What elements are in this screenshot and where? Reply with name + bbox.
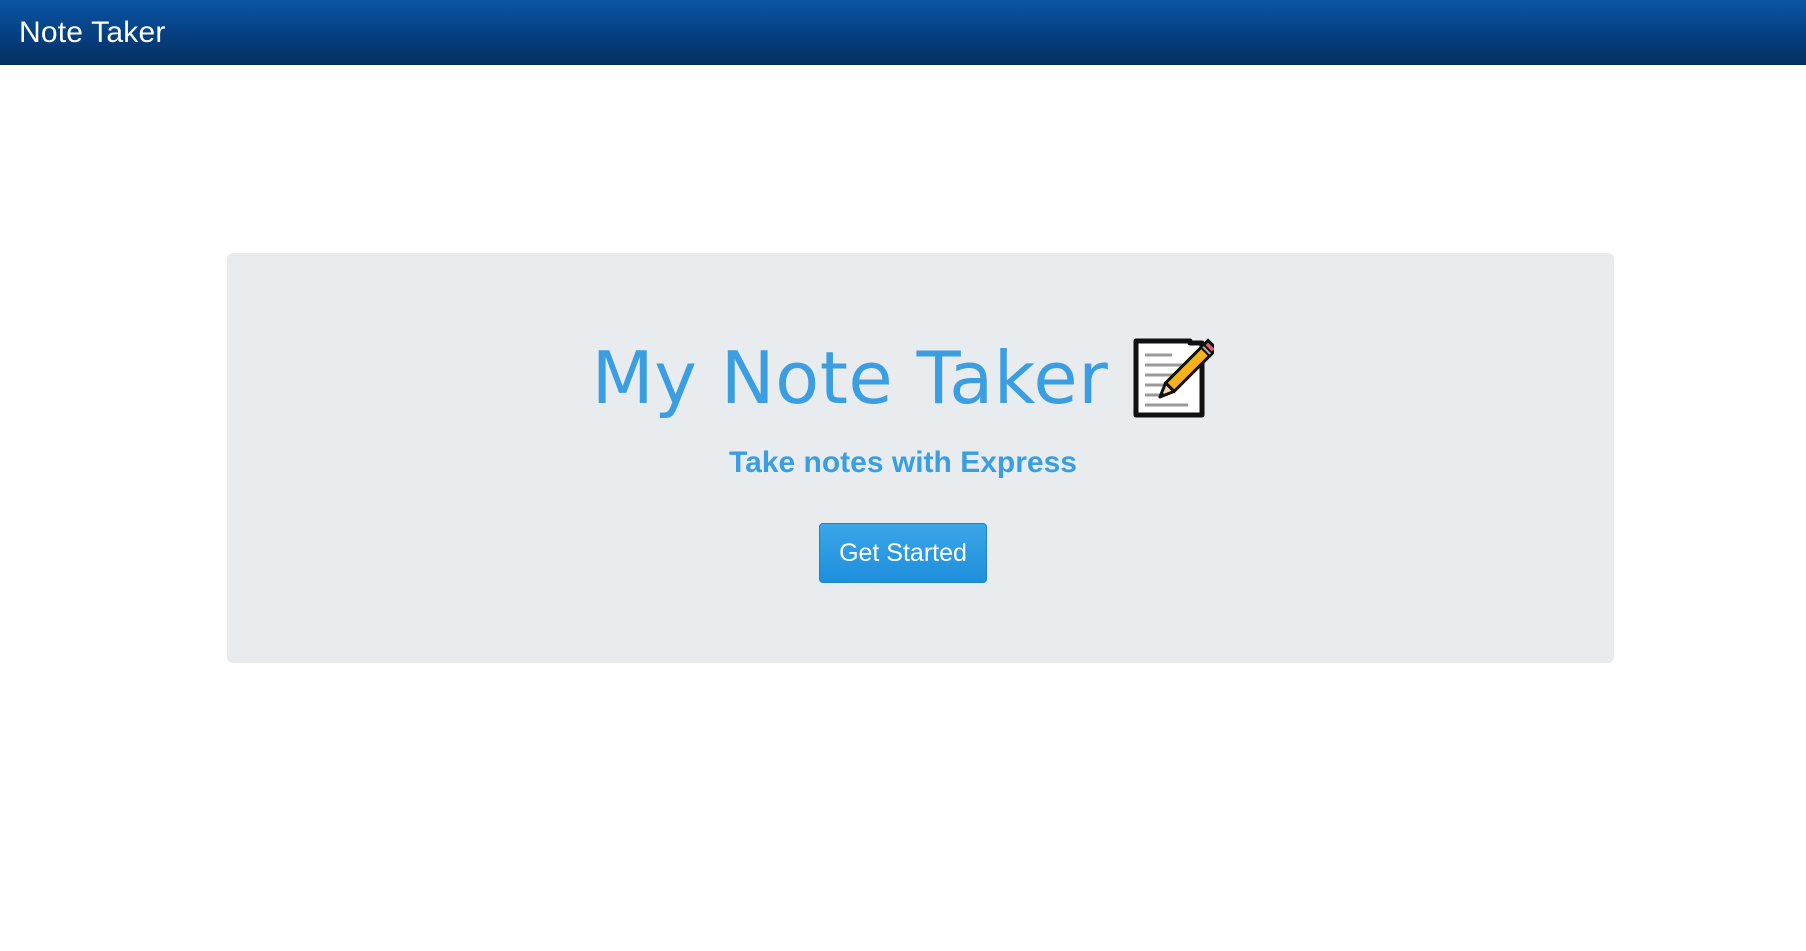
hero-subtitle: Take notes with Express: [729, 446, 1077, 479]
page-title: My Note Taker: [591, 336, 1109, 420]
memo-icon: [1133, 338, 1215, 418]
cta-wrapper: Get Started: [0, 523, 1806, 583]
top-navbar: Note Taker: [0, 0, 1806, 65]
get-started-button[interactable]: Get Started: [819, 523, 987, 583]
hero-heading: My Note Taker: [0, 333, 1806, 423]
navbar-brand-link[interactable]: Note Taker: [19, 17, 166, 48]
